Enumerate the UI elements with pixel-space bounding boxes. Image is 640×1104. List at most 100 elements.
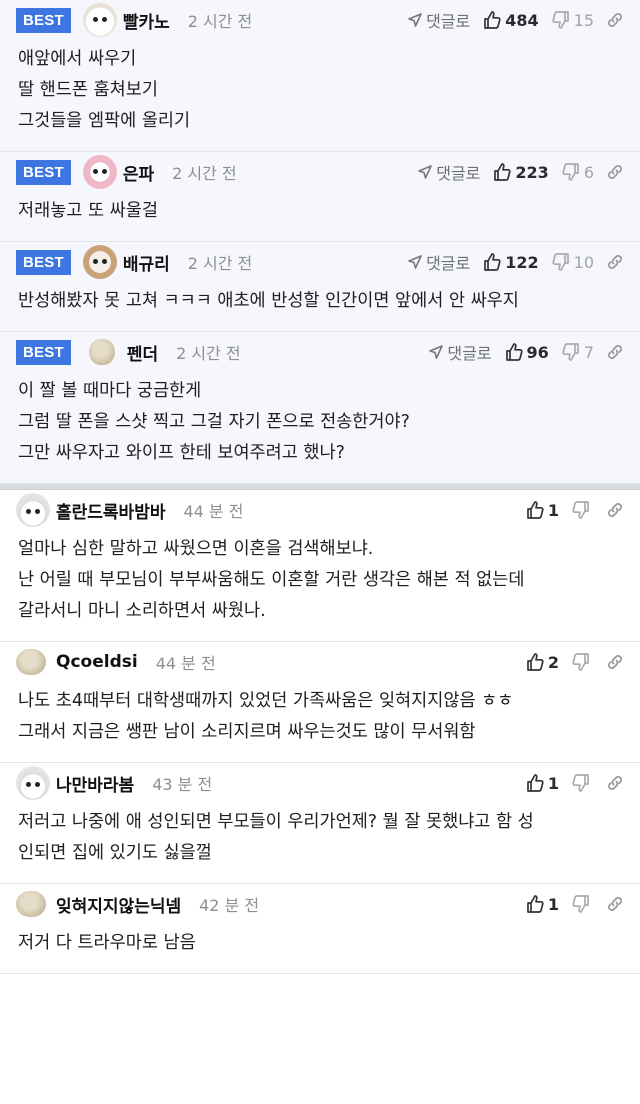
comment-line: 저러고 나중에 애 성인되면 부모들이 우리가언제? 뭘 잘 못했냐고 함 성: [18, 812, 534, 832]
comment-line: 난 어릴 때 부모님이 부부싸움해도 이혼할 거란 생각은 해본 적 없는데: [18, 570, 525, 590]
comment: Qcoeldsi 44 분 전 2 나도 초4때부터 대학생때까지 있었던 가족싸움은…: [0, 642, 640, 763]
link-icon[interactable]: [604, 341, 626, 363]
nickname[interactable]: 빨카노: [123, 8, 170, 33]
comment-line: 그럼 딸 폰을 스샷 찍고 그걸 자기 폰으로 전송한거야?: [18, 412, 410, 432]
link-icon[interactable]: [604, 499, 626, 521]
reply-label: 댓글로: [426, 12, 471, 31]
link-icon[interactable]: [604, 251, 626, 273]
comment-line: 딸 핸드폰 훔쳐보기: [18, 80, 158, 100]
best-badge: BEST: [16, 249, 71, 275]
dislike-button[interactable]: [571, 652, 594, 672]
comment-line: 갈라서니 마니 소리하면서 싸웠나.: [18, 601, 266, 621]
puppy-avatar[interactable]: [82, 245, 117, 279]
comment-line: 나도 초4때부터 대학생때까지 있었던 가족싸움은 잊혀지지않음 ㅎㅎ: [18, 691, 514, 711]
best-comment: BEST 배규리 2 시간 전 댓글로 122 10 반성해봤자 못 고쳐 ㅋㅋㅋ 애초에 …: [0, 242, 640, 332]
thumbs-up-icon: [525, 894, 545, 914]
dislike-button[interactable]: 10: [551, 252, 594, 272]
thumbs-down-icon: [571, 500, 591, 520]
timestamp: 2 시간 전: [176, 344, 241, 363]
best-comment: BEST 은파 2 시간 전 댓글로 223 6 저래놓고 또 싸울걸: [0, 152, 640, 242]
thumbs-up-icon: [482, 252, 502, 272]
comment-header: 나만바라봄 43 분 전 1: [0, 763, 640, 803]
comment-line: 그래서 지금은 쌩판 남이 소리지르며 싸우는것도 많이 무서워함: [18, 722, 476, 742]
like-button[interactable]: 2: [525, 652, 559, 672]
nickname[interactable]: 나만바라봄: [56, 771, 134, 796]
nickname[interactable]: 펜더: [127, 340, 158, 365]
comment-line: 반성해봤자 못 고쳐 ㅋㅋㅋ 애초에 반성할 인간이면 앞에서 안 싸우지: [18, 291, 519, 311]
blob-avatar[interactable]: [88, 339, 115, 365]
nickname[interactable]: 은파: [123, 160, 154, 185]
like-button[interactable]: 122: [482, 252, 539, 272]
dislike-button[interactable]: 6: [561, 162, 594, 182]
dislike-count: 15: [573, 10, 594, 30]
best-badge: BEST: [16, 339, 71, 365]
nickname[interactable]: 배규리: [123, 250, 170, 275]
comment: 나만바라봄 43 분 전 1 저러고 나중에 애 성인되면 부모들이 우리가언제? 뭘…: [0, 763, 640, 884]
pink-dog-avatar[interactable]: [82, 155, 117, 189]
thumbs-up-icon: [492, 162, 512, 182]
reply-button[interactable]: 댓글로: [429, 340, 492, 364]
reply-button[interactable]: 댓글로: [408, 8, 470, 32]
comment-header: BEST 펜더 2 시간 전 댓글로 96 7: [0, 332, 640, 372]
comment-line: 그만 싸우자고 와이프 한테 보여주려고 했나?: [18, 443, 345, 463]
best-comment: BEST 펜더 2 시간 전 댓글로 96 7 이 짤 볼 때마다 궁금한게 그럼 딸 폰을 …: [0, 332, 640, 484]
comment-body: 반성해봤자 못 고쳐 ㅋㅋㅋ 애초에 반성할 인간이면 앞에서 안 싸우지: [0, 282, 640, 331]
link-icon[interactable]: [604, 9, 626, 31]
comment-body: 저래놓고 또 싸울걸: [0, 192, 640, 241]
comment-header: BEST 배규리 2 시간 전 댓글로 122 10: [0, 242, 640, 282]
like-button[interactable]: 96: [504, 342, 549, 362]
timestamp: 44 분 전: [183, 502, 244, 521]
link-icon[interactable]: [604, 651, 626, 673]
timestamp: 42 분 전: [199, 896, 260, 915]
like-button[interactable]: 484: [482, 10, 539, 30]
nickname[interactable]: 잊혀지지않는닉넴: [56, 892, 181, 917]
link-icon[interactable]: [604, 893, 626, 915]
reply-arrow-icon: [408, 255, 422, 269]
dislike-button[interactable]: [571, 500, 594, 520]
thumbs-down-icon: [571, 894, 591, 914]
timestamp: 2 시간 전: [187, 12, 253, 31]
comment-body: 애앞에서 싸우기 딸 핸드폰 훔쳐보기 그것들을 엠팍에 올리기: [0, 40, 640, 151]
best-comment: BEST 빨카노 2 시간 전 댓글로 484 15 애앞에서 싸우기 딸 핸드폰 훔쳐보기 그…: [0, 0, 640, 152]
link-icon[interactable]: [604, 772, 626, 794]
comment-header: 잊혀지지않는닉넴 42 분 전 1: [0, 884, 640, 924]
link-icon[interactable]: [604, 161, 626, 183]
reply-label: 댓글로: [436, 164, 481, 183]
nickname[interactable]: 홀란드록바밤바: [56, 498, 165, 523]
reply-arrow-icon: [429, 345, 444, 359]
thumbs-down-icon: [551, 10, 571, 30]
like-count: 122: [505, 252, 539, 272]
comment-header: BEST 은파 2 시간 전 댓글로 223 6: [0, 152, 640, 192]
comment-line: 저거 다 트라우마로 남음: [18, 933, 196, 953]
thumbs-down-icon: [551, 252, 571, 272]
like-count: 1: [547, 773, 559, 793]
fennec-avatar[interactable]: [16, 766, 50, 800]
dislike-count: 10: [573, 252, 594, 272]
reply-label: 댓글로: [426, 254, 471, 273]
fennec-avatar[interactable]: [16, 493, 50, 527]
comment: 잊혀지지않는닉넴 42 분 전 1 저거 다 트라우마로 남음: [0, 884, 640, 974]
like-button[interactable]: 223: [492, 162, 549, 182]
like-count: 484: [505, 10, 539, 30]
dislike-button[interactable]: 7: [561, 342, 594, 362]
nickname[interactable]: Qcoeldsi: [56, 652, 138, 672]
thumbs-down-icon: [571, 652, 591, 672]
dislike-button[interactable]: 15: [551, 10, 594, 30]
dislike-button[interactable]: [571, 773, 594, 793]
like-button[interactable]: 1: [525, 500, 559, 520]
reply-arrow-icon: [408, 13, 422, 27]
like-button[interactable]: 1: [525, 773, 559, 793]
dog-avatar[interactable]: [82, 3, 117, 37]
reply-button[interactable]: 댓글로: [418, 160, 480, 184]
comment-body: 얼마나 심한 말하고 싸웠으면 이혼을 검색해보냐. 난 어릴 때 부모님이 부부…: [0, 530, 640, 641]
thumbs-down-icon: [571, 773, 591, 793]
blob-avatar[interactable]: [16, 891, 46, 917]
reply-label: 댓글로: [447, 344, 492, 363]
reply-arrow-icon: [418, 165, 433, 179]
best-badge: BEST: [16, 7, 71, 33]
timestamp: 44 분 전: [155, 654, 216, 673]
dislike-button[interactable]: [571, 894, 594, 914]
blob-avatar[interactable]: [16, 649, 46, 675]
like-button[interactable]: 1: [525, 894, 559, 914]
reply-button[interactable]: 댓글로: [408, 250, 470, 274]
